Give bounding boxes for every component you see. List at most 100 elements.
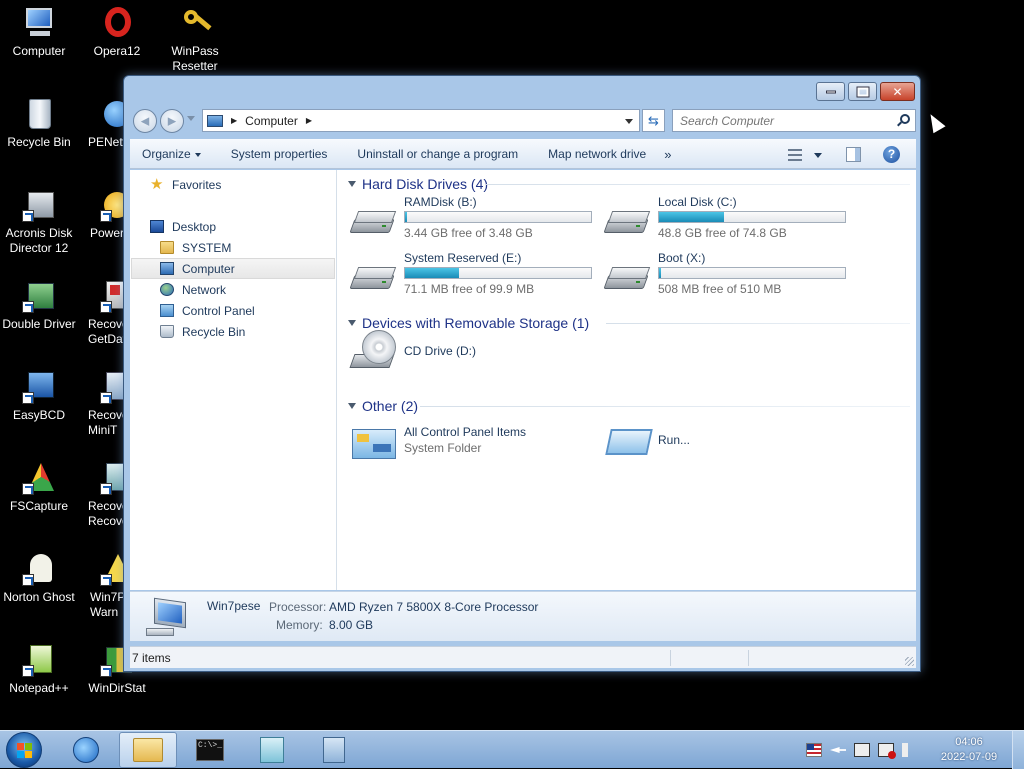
drive-system-reserved-e[interactable]: System Reserved (E:) 71.1 MB free of 99.… xyxy=(349,251,600,301)
desktop-icon-penetwork[interactable]: PENetw xyxy=(78,97,124,150)
computer-name: Win7pese xyxy=(207,599,261,613)
desktop-icon-recovery-minitool[interactable]: Recove MiniT xyxy=(78,370,124,438)
breadcrumb-separator-icon[interactable]: ▶ xyxy=(231,116,237,125)
nav-item-computer[interactable]: Computer xyxy=(131,258,335,279)
taskbar-button-explorer[interactable] xyxy=(119,732,177,768)
nav-item-label: Desktop xyxy=(172,219,217,234)
nav-item-desktop[interactable]: Desktop xyxy=(150,216,216,237)
drive-ramdisk-b[interactable]: RAMDisk (B:) 3.44 GB free of 3.48 GB xyxy=(349,195,600,245)
resize-grip[interactable] xyxy=(905,657,914,666)
nav-item-label: Recycle Bin xyxy=(182,324,246,339)
breadcrumb-separator-icon[interactable]: ▶ xyxy=(306,116,312,125)
drive-name: Local Disk (C:) xyxy=(658,195,737,209)
star-icon: ★ xyxy=(150,176,164,193)
chevron-down-icon xyxy=(194,152,201,157)
drive-usage-bar xyxy=(658,211,846,223)
desktop-icon-norton-ghost[interactable]: Norton Ghost xyxy=(0,552,78,605)
desktop-icon-computer[interactable]: Computer xyxy=(0,6,78,59)
item-run[interactable]: Run... xyxy=(604,423,804,463)
search-icon[interactable] xyxy=(900,114,910,124)
drive-local-disk-c[interactable]: Local Disk (C:) 48.8 GB free of 74.8 GB xyxy=(603,195,854,245)
desktop-icon-double-driver[interactable]: Double Driver xyxy=(0,279,78,332)
taskbar-button-notepad[interactable] xyxy=(243,732,301,768)
desktop-icon-recycle-bin[interactable]: Recycle Bin xyxy=(0,97,78,150)
desktop-icon-easybcd[interactable]: EasyBCD xyxy=(0,370,78,423)
drive-cd-d[interactable]: CD Drive (D:) xyxy=(349,330,600,376)
volume-icon[interactable] xyxy=(902,743,908,757)
desktop-icon-recovery-getdata[interactable]: Recove GetData xyxy=(78,279,124,347)
monitor-icon[interactable] xyxy=(854,743,870,757)
nav-item-system[interactable]: SYSTEM xyxy=(160,237,231,258)
desktop-icon-recovery-recover[interactable]: Recove Recove xyxy=(78,461,124,529)
network-status-icon[interactable] xyxy=(878,743,896,759)
map-network-drive-button[interactable]: Map network drive xyxy=(548,147,646,161)
address-dropdown-icon[interactable] xyxy=(625,119,633,124)
desktop-icon-notepadpp[interactable]: Notepad++ xyxy=(0,643,78,696)
nav-item-recycle-bin[interactable]: Recycle Bin xyxy=(160,321,245,342)
start-button[interactable] xyxy=(6,732,42,768)
drive-free-space: 48.8 GB free of 74.8 GB xyxy=(658,226,787,240)
arrow-icon[interactable] xyxy=(830,747,846,753)
desktop-icon-label: Win7P Warn xyxy=(90,590,124,619)
language-flag-icon[interactable] xyxy=(806,743,822,757)
close-button[interactable]: ✕ xyxy=(880,82,915,101)
desktop-icon-opera[interactable]: Opera12 xyxy=(78,6,156,59)
group-title: Devices with Removable Storage (1) xyxy=(362,315,590,331)
memory-value: 8.00 GB xyxy=(329,618,374,632)
view-options-dropdown-icon[interactable] xyxy=(814,153,822,158)
back-button[interactable]: ◀ xyxy=(133,109,157,133)
forward-button[interactable]: ▶ xyxy=(160,109,184,133)
drive-boot-x[interactable]: Boot (X:) 508 MB free of 510 MB xyxy=(603,251,854,301)
group-header-other[interactable]: Other (2) xyxy=(348,396,418,416)
desktop-icon-power[interactable]: Power xyxy=(78,188,124,241)
desktop-icon-label: Recove GetData xyxy=(88,317,124,346)
item-name: Run... xyxy=(658,433,691,447)
desktop-icon-winpass-resetter[interactable]: WinPass Resetter xyxy=(156,6,234,74)
item-all-control-panel-items[interactable]: All Control Panel Items System Folder xyxy=(350,423,590,463)
more-commands-button[interactable]: » xyxy=(664,147,671,162)
acronis-icon xyxy=(22,188,56,222)
uninstall-program-button[interactable]: Uninstall or change a program xyxy=(357,147,518,161)
desktop-icon-fscapture[interactable]: FSCapture xyxy=(0,461,78,514)
desktop-icon-label: Notepad++ xyxy=(9,681,69,695)
system-properties-button[interactable]: System properties xyxy=(231,147,328,161)
desktop-icon-win7-warn[interactable]: Win7P Warn xyxy=(78,552,124,620)
desktop-icon-label: EasyBCD xyxy=(12,408,65,422)
memory-label: Memory: xyxy=(276,618,323,632)
clock[interactable]: 04:06 2022-07-09 xyxy=(930,735,1008,765)
key-icon xyxy=(178,6,212,40)
refresh-button[interactable]: ⇆ xyxy=(642,109,665,132)
preview-pane-icon[interactable] xyxy=(846,147,861,162)
taskbar-button-calculator[interactable] xyxy=(305,732,363,768)
address-bar[interactable]: ▶ Computer ▶ xyxy=(202,109,640,132)
notepadpp-icon xyxy=(22,643,56,677)
change-view-icon[interactable] xyxy=(788,149,802,161)
recent-pages-dropdown[interactable] xyxy=(187,116,195,121)
show-desktop-button[interactable] xyxy=(1012,731,1024,769)
nav-item-favorites[interactable]: ★ Favorites xyxy=(150,174,221,195)
network-icon xyxy=(73,737,99,763)
nav-item-network[interactable]: Network xyxy=(160,279,226,300)
desktop-icon-label: PENetw xyxy=(88,135,124,149)
computer-icon xyxy=(160,262,174,275)
desktop-icon-label: Norton Ghost xyxy=(3,590,75,604)
taskbar-button-cmd[interactable]: C:\>_ xyxy=(181,732,239,768)
processor-label: Processor: xyxy=(269,600,327,614)
help-icon[interactable]: ? xyxy=(883,146,900,163)
desktop-icon-label: WinPass Resetter xyxy=(171,44,219,73)
desktop-icon-acronis[interactable]: Acronis Disk Director 12 xyxy=(0,188,78,256)
search-box[interactable] xyxy=(672,109,916,132)
title-bar[interactable]: ✕ xyxy=(124,76,920,106)
drive-name: RAMDisk (B:) xyxy=(404,195,477,209)
nav-item-control-panel[interactable]: Control Panel xyxy=(160,300,255,321)
organize-label: Organize xyxy=(142,147,191,161)
group-header-hard-disk-drives[interactable]: Hard Disk Drives (4) xyxy=(348,174,488,194)
breadcrumb-computer[interactable]: Computer xyxy=(245,114,298,128)
search-input[interactable] xyxy=(673,110,883,131)
maximize-button[interactable] xyxy=(848,82,877,101)
nav-item-label: SYSTEM xyxy=(182,240,232,255)
details-pane: Win7pese Processor: AMD Ryzen 7 5800X 8-… xyxy=(130,591,916,641)
taskbar-button-network[interactable] xyxy=(57,732,115,768)
minimize-button[interactable] xyxy=(816,82,845,101)
organize-button[interactable]: Organize xyxy=(142,147,201,161)
